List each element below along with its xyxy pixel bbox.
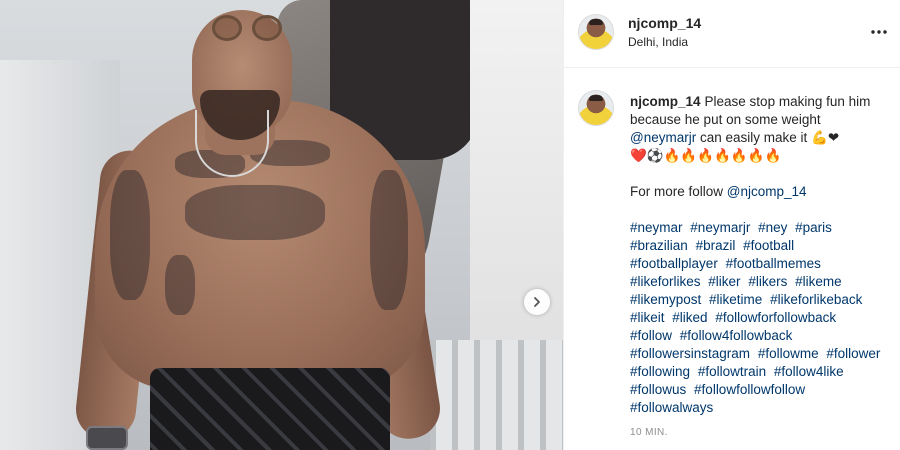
next-photo-button[interactable] (524, 289, 550, 315)
post-timestamp: 10 MIN. (630, 427, 668, 438)
hashtag-link[interactable]: #followersinstagram (630, 346, 750, 361)
hashtag-link[interactable]: #brazil (696, 238, 736, 253)
hashtag-link[interactable]: #likeforlikeback (770, 292, 862, 307)
photo-watch (86, 426, 128, 450)
hashtag-link[interactable]: #followtrain (698, 364, 766, 379)
hashtag-link[interactable]: #followalways (630, 400, 713, 415)
hashtag-link[interactable]: #likeme (795, 274, 842, 289)
caption-follow-mention[interactable]: @njcomp_14 (727, 184, 807, 199)
avatar[interactable] (578, 14, 614, 50)
caption-line: can easily make it (699, 130, 808, 145)
hashtag-link[interactable]: #neymar (630, 220, 683, 235)
hashtag-link[interactable]: #brazilian (630, 238, 688, 253)
post-location[interactable]: Delhi, India (628, 35, 688, 49)
photo-tattoo (370, 170, 408, 310)
photo-tattoo (110, 170, 150, 300)
hashtag-link[interactable]: #following (630, 364, 690, 379)
hashtag-link[interactable]: #likeforlikes (630, 274, 701, 289)
caption-emoji: ❤️⚽🔥🔥🔥🔥🔥🔥🔥 (630, 148, 782, 163)
chevron-right-icon (534, 297, 540, 307)
caption-mention[interactable]: @neymarjr (630, 130, 696, 145)
hashtag-link[interactable]: #follow (630, 328, 672, 343)
hashtag-link[interactable]: #follow4followback (680, 328, 793, 343)
post-username[interactable]: njcomp_14 (628, 15, 701, 31)
photo-tattoo (165, 255, 195, 315)
caption-follow-line: For more follow @njcomp_14 (630, 183, 886, 201)
hashtag-link[interactable]: #footballmemes (726, 256, 821, 271)
hashtag-link[interactable]: #likeit (630, 310, 665, 325)
photo-tattoo (185, 185, 325, 240)
more-options-icon (871, 30, 887, 34)
caption-emoji: 💪❤ (811, 130, 840, 145)
hashtag-link[interactable]: #neymarjr (690, 220, 750, 235)
caption-text: njcomp_14 Please stop making fun him beca… (630, 93, 886, 417)
hashtag-link[interactable]: #followus (630, 382, 686, 397)
hashtag-link[interactable]: #liker (708, 274, 740, 289)
hashtag-link[interactable]: #followfollowfollow (694, 382, 805, 397)
hashtag-link[interactable]: #footballplayer (630, 256, 718, 271)
caption-follow-text: For more follow (630, 184, 724, 199)
post-header: njcomp_14 Delhi, India (564, 0, 900, 68)
post-photo[interactable] (0, 0, 563, 450)
caption-username[interactable]: njcomp_14 (630, 94, 701, 109)
hashtag-link[interactable]: #liketime (709, 292, 762, 307)
photo-sunglasses (212, 15, 284, 41)
hashtag-link[interactable]: #liked (672, 310, 707, 325)
hashtag-link[interactable]: #likers (748, 274, 787, 289)
more-options-button[interactable] (867, 22, 891, 42)
hashtag-link[interactable]: #follow4like (774, 364, 844, 379)
avatar[interactable] (578, 90, 614, 126)
photo-railing (430, 340, 563, 450)
hashtag-link[interactable]: #football (743, 238, 794, 253)
post-details-panel: njcomp_14 Delhi, India njcomp_14 Please s… (563, 0, 900, 450)
hashtag-link[interactable]: #likemypost (630, 292, 701, 307)
hashtag-link[interactable]: #followforfollowback (715, 310, 836, 325)
hashtag-list: #neymar #neymarjr #ney #paris #brazilian… (630, 219, 886, 417)
caption-body: njcomp_14 Please stop making fun him beca… (630, 93, 886, 165)
hashtag-link[interactable]: #follower (826, 346, 880, 361)
photo-shorts (150, 368, 390, 450)
hashtag-link[interactable]: #followme (758, 346, 819, 361)
hashtag-link[interactable]: #paris (795, 220, 832, 235)
hashtag-link[interactable]: #ney (758, 220, 787, 235)
